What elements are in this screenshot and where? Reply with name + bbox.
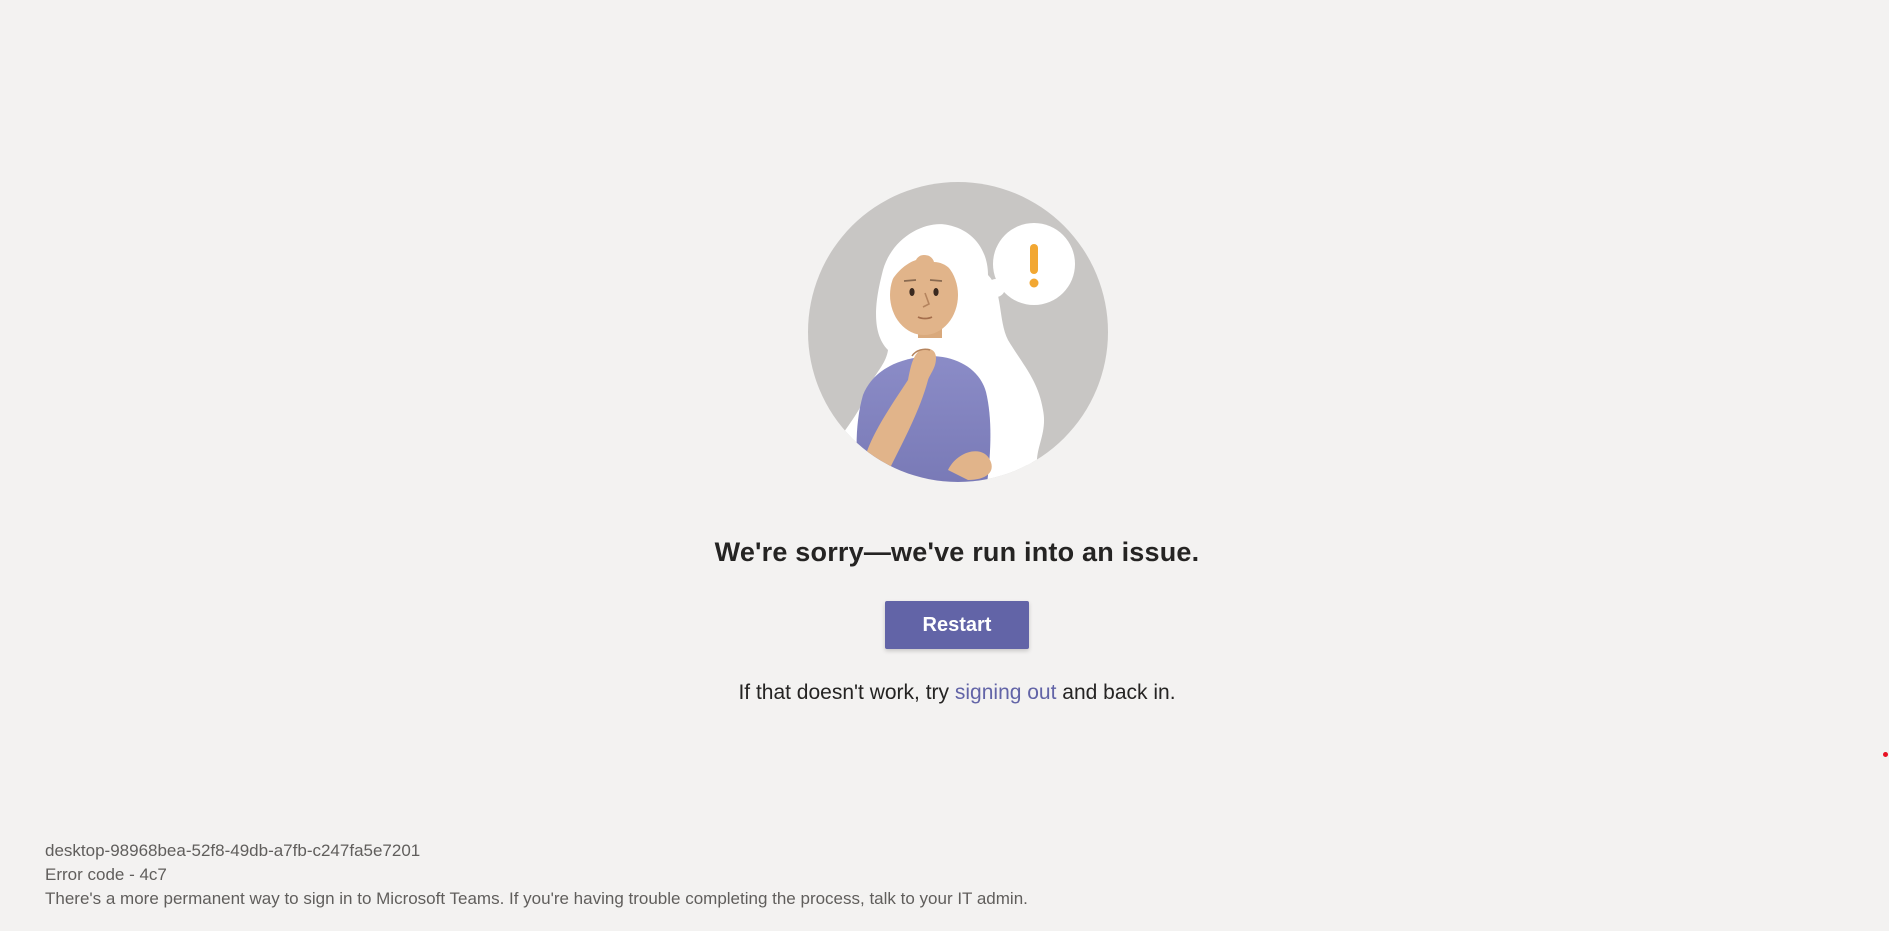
error-illustration (808, 182, 1108, 482)
error-page: We're sorry—we've run into an issue. Res… (0, 0, 1889, 931)
device-id: desktop-98968bea-52f8-49db-a7fb-c247fa5e… (45, 841, 421, 860)
hint-text-before: If that doesn't work, try (738, 681, 955, 704)
signin-help-message: There's a more permanent way to sign in … (45, 889, 1028, 908)
restart-button[interactable]: Restart (885, 601, 1029, 649)
error-headline: We're sorry—we've run into an issue. (714, 537, 1200, 567)
signout-hint: If that doesn't work, try signing out an… (0, 681, 1889, 705)
error-code: Error code - 4c7 (45, 865, 167, 884)
signing-out-link[interactable]: signing out (955, 681, 1057, 704)
edge-marker-dot (1883, 752, 1888, 757)
hint-text-after: and back in. (1056, 681, 1176, 704)
error-details: desktop-98968bea-52f8-49db-a7fb-c247fa5e… (45, 839, 1028, 911)
